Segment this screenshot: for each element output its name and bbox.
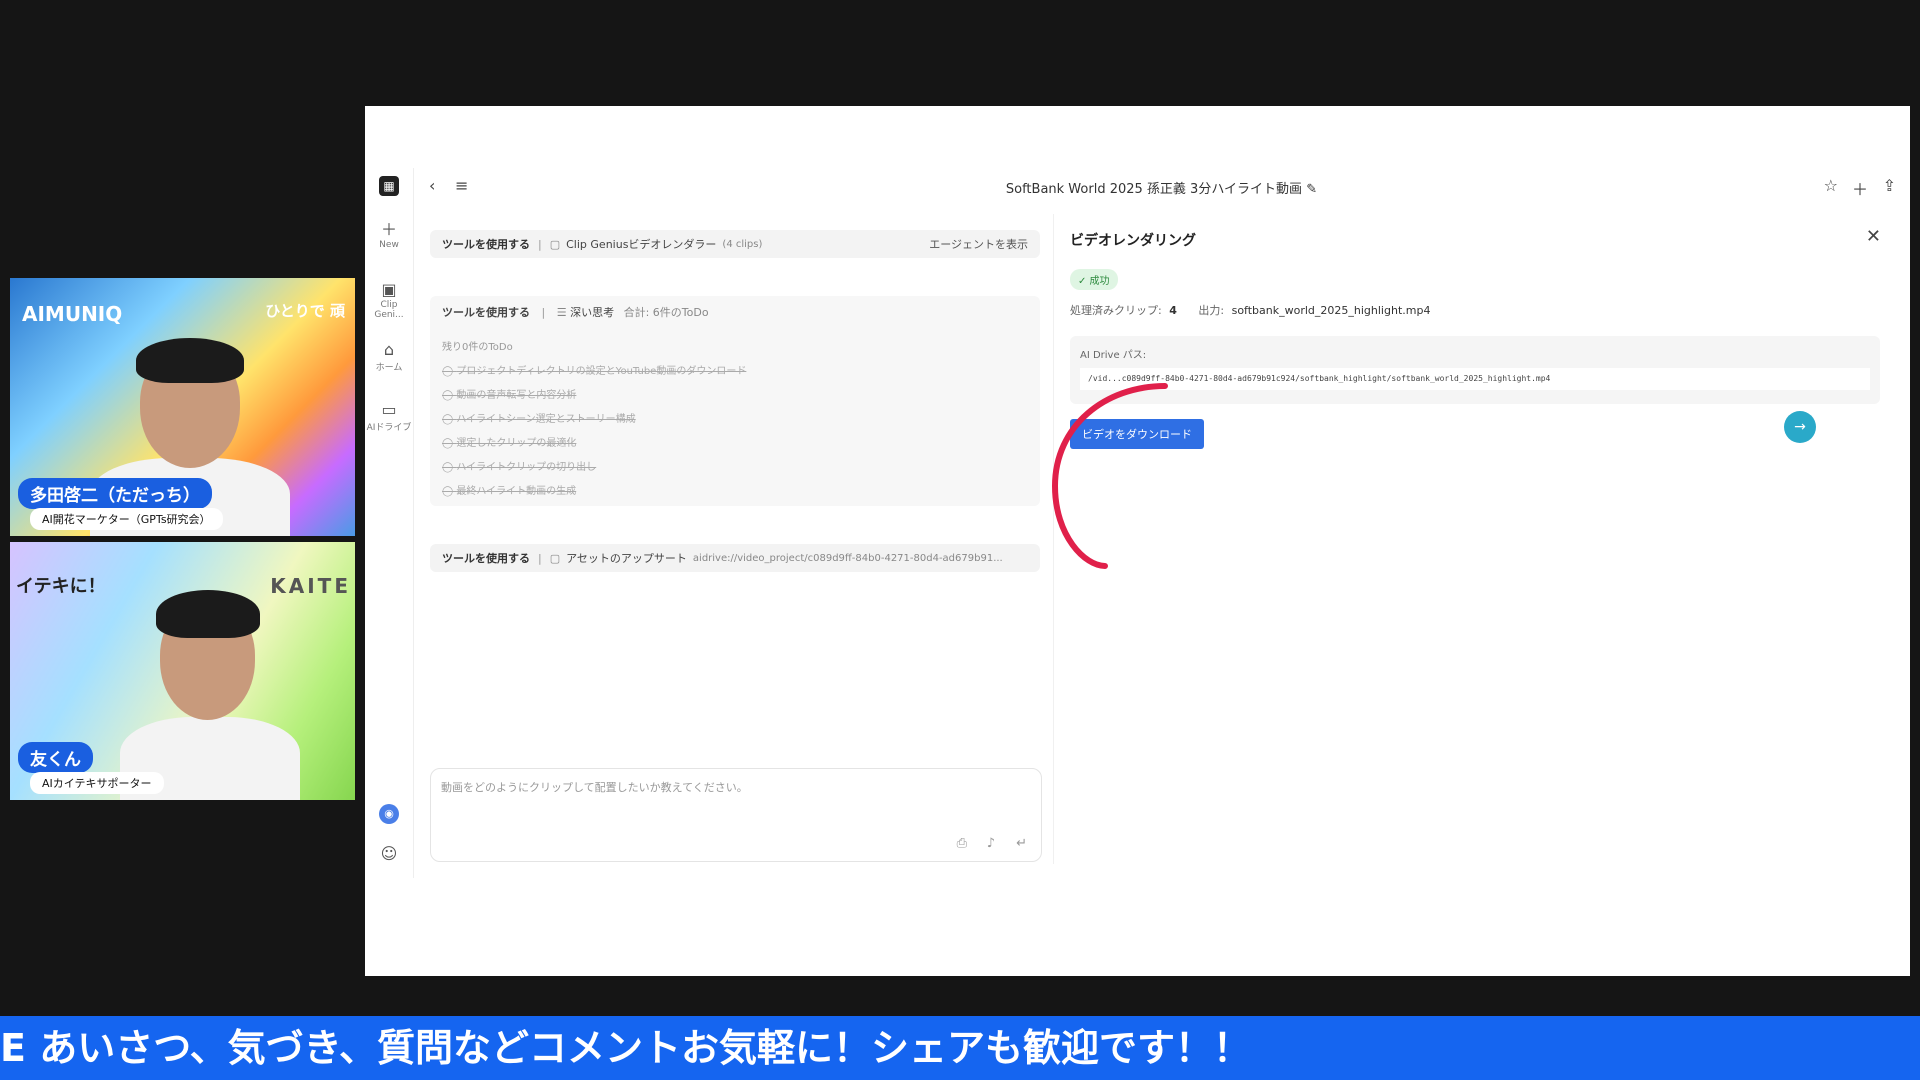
sidebar-item-clip-genius[interactable]: ▣ Clip Geni... [365, 280, 413, 320]
app-logo[interactable]: ▦ [365, 176, 413, 196]
tool-extra: (4 clips) [722, 238, 763, 250]
tool-row-asset-upsert[interactable]: ツールを使用する | ▢ アセットのアップサート aidrive://video… [430, 544, 1040, 572]
speaker-name-badge: 友くん [18, 742, 93, 773]
speaker-video-2: イテキに！ KAITE 友くん AIカイテキサポーター [10, 542, 355, 800]
app-window: ▦ ＋ New ▣ Clip Geni... ⌂ ホーム ▭ AIドライブ ◉ … [365, 106, 1910, 976]
arrow-right-icon[interactable]: → [1784, 411, 1816, 443]
sidebar-item-home[interactable]: ⌂ ホーム [365, 340, 413, 373]
tool-row-deep-think[interactable]: ツールを使用する | ☰ 深い思考 合計: 6件のToDo [442, 304, 709, 320]
event-logo: KAITE [270, 574, 351, 598]
banner-text: イテキに！ [16, 576, 106, 597]
tool-icon: ▢ [549, 237, 561, 251]
profile-button[interactable]: ☺ [365, 844, 413, 864]
sidebar-item-label: AIドライブ [366, 423, 412, 433]
speaker-video-1: AIMUNIQ ひとりで 頑 多田啓二（ただっち） AI開花マーケター（GPTs… [10, 278, 355, 536]
app-logo-icon: ▦ [379, 176, 399, 196]
todo-item: ◯ ハイライトシーン選定とストーリー構成 [442, 414, 636, 425]
speaker-hair [156, 590, 260, 638]
user-icon: ☺ [380, 844, 398, 863]
speaker-hair [136, 338, 244, 383]
sidebar-item-label: ホーム [375, 363, 403, 373]
edit-icon[interactable]: ✎ [1306, 182, 1317, 197]
annotation-stroke [1051, 383, 1168, 569]
home-icon: ⌂ [383, 340, 395, 359]
tool-extra: aidrive://video_project/c089d9ff-84b0-42… [692, 552, 1003, 564]
todo-item: ◯ ハイライトクリップの切り出し [442, 462, 597, 473]
tool-row-renderer[interactable]: ツールを使用する | ▢ Clip Geniusビデオレンダラー (4 clip… [430, 230, 1040, 258]
todo-item: ◯ 最終ハイライト動画の生成 [442, 486, 577, 497]
help-button[interactable]: ◉ [365, 804, 413, 824]
show-agent-button[interactable]: エージェントを表示 [929, 236, 1028, 252]
folder-icon: ▭ [381, 400, 397, 419]
tool-name: アセットのアップサート [566, 552, 687, 565]
speaker-role-badge: AIカイテキサポーター [30, 772, 164, 794]
attach-icon[interactable]: ⎙ [957, 836, 967, 851]
tool-row-prefix: ツールを使用する [442, 552, 530, 565]
clip-icon: ▣ [381, 280, 397, 299]
send-icon[interactable]: ↵ [1016, 836, 1027, 851]
chat-bubble-icon: ◉ [379, 804, 399, 824]
event-logo: AIMUNIQ [22, 302, 123, 326]
divider: | [538, 551, 542, 565]
tool-name: Clip Geniusビデオレンダラー [566, 238, 717, 251]
render-meta: 処理済みクリップ: 4 出力: softbank_world_2025_high… [1070, 304, 1431, 317]
star-icon[interactable]: ☆ [1824, 176, 1838, 195]
top-bar: ‹ ≡ SoftBank World 2025 孫正義 3分ハイライト動画 ✎ … [413, 168, 1910, 208]
close-icon[interactable]: ✕ [1866, 226, 1881, 247]
add-icon[interactable]: ＋ [1852, 176, 1868, 200]
todo-remaining: 残り0件のToDo [442, 342, 513, 353]
think-icon: ☰ [556, 306, 567, 319]
tool-icon: ▢ [549, 551, 561, 565]
sidebar-item-new[interactable]: ＋ New [365, 220, 413, 250]
sidebar-item-label: Clip Geni... [374, 300, 404, 320]
share-icon[interactable]: ⇪ [1883, 176, 1896, 195]
banner-text: ひとりで 頑 [265, 302, 345, 320]
divider: | [538, 237, 542, 251]
todo-panel: ツールを使用する | ☰ 深い思考 合計: 6件のToDo 残り0件のToDo … [430, 296, 1040, 506]
chat-placeholder: 動画をどのようにクリップして配置したいか教えてください。 [441, 781, 748, 794]
ai-drive-path-box: AI Drive パス: /vid...c089d9ff-84b0-4271-8… [1070, 336, 1880, 404]
comment-ticker: E あいさつ、気づき、質問などコメントお気軽に！シェアも歓迎です！！ [0, 1016, 1920, 1080]
mic-icon[interactable]: ♪ [987, 836, 995, 851]
path-value[interactable]: /vid...c089d9ff-84b0-4271-80d4-ad679b91c… [1080, 368, 1870, 390]
speaker-role-badge: AI開花マーケター（GPTs研究会） [30, 508, 223, 530]
ticker-text: E あいさつ、気づき、質問などコメントお気軽に！シェアも歓迎です！！ [0, 1026, 1252, 1070]
page-title[interactable]: SoftBank World 2025 孫正義 3分ハイライト動画 ✎ [413, 178, 1910, 197]
todo-item: ◯ プロジェクトディレクトリの設定とYouTube動画のダウンロード [442, 366, 747, 377]
sidebar-item-label: New [379, 240, 399, 250]
status-badge: ✓ 成功 [1070, 269, 1118, 290]
speaker-name-badge: 多田啓二（ただっち） [18, 478, 212, 509]
chat-input[interactable]: 動画をどのようにクリップして配置したいか教えてください。 ⎙ ♪ ↵ [430, 768, 1042, 862]
panel-title: ビデオレンダリング [1070, 233, 1196, 249]
sidebar-item-ai-drive[interactable]: ▭ AIドライブ [365, 400, 413, 433]
left-sidebar: ▦ ＋ New ▣ Clip Geni... ⌂ ホーム ▭ AIドライブ ◉ … [365, 168, 414, 878]
todo-item: ◯ 選定したクリップの最適化 [442, 438, 577, 449]
plus-icon: ＋ [380, 220, 397, 239]
path-label: AI Drive パス: [1080, 350, 1147, 361]
tool-row-prefix: ツールを使用する [442, 238, 530, 251]
todo-item: ◯ 動画の音声転写と内容分析 [442, 390, 577, 401]
